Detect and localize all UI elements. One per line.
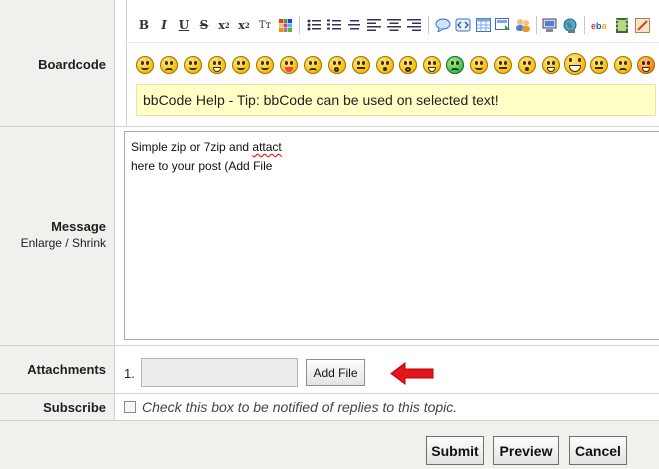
angry-smiley-icon[interactable] — [304, 56, 322, 74]
underline-button[interactable]: U — [176, 17, 192, 33]
toolbar-separator — [299, 16, 300, 34]
attachments-label-cell: Attachments — [0, 346, 115, 393]
resize-links: Enlarge / Shrink — [21, 236, 106, 250]
ebay-icon[interactable]: ebay — [591, 17, 607, 33]
row-divider — [0, 126, 659, 127]
tongue-smiley-icon[interactable] — [280, 56, 298, 74]
subscript-button[interactable]: x2 — [216, 17, 232, 33]
add-file-button[interactable]: Add File — [306, 359, 365, 386]
laugh-smiley-icon[interactable] — [423, 56, 441, 74]
wink-smiley-icon[interactable] — [256, 56, 274, 74]
users-icon[interactable] — [515, 17, 531, 33]
misspelled-word: attact — [252, 140, 282, 154]
rolleyes-smiley-icon[interactable] — [470, 56, 488, 74]
cool-smiley-icon[interactable] — [136, 56, 154, 74]
red-arrow-annotation — [389, 361, 435, 391]
row-divider — [0, 420, 659, 421]
format-toolbar: B I U S x2 x2 Tт eba — [126, 8, 659, 43]
shrink-link[interactable]: Shrink — [72, 236, 106, 250]
align-left-icon[interactable] — [366, 17, 382, 33]
cancel-button[interactable]: Cancel — [569, 436, 627, 465]
message-label: Message — [51, 219, 106, 234]
attachment-file-input[interactable] — [141, 358, 298, 387]
bold-button[interactable]: B — [136, 17, 152, 33]
sick-smiley-icon[interactable] — [446, 56, 464, 74]
computer-icon[interactable] — [542, 17, 558, 33]
happy-smiley-icon[interactable] — [232, 56, 250, 74]
confused-smiley-icon[interactable] — [352, 56, 370, 74]
image-icon[interactable] — [495, 17, 511, 33]
sad-smiley-icon[interactable] — [160, 56, 178, 74]
evil-grin-smiley-icon[interactable] — [542, 56, 560, 74]
cry-smiley-icon[interactable] — [614, 56, 632, 74]
subscribe-label-cell: Subscribe — [0, 394, 115, 420]
attachment-index: 1. — [124, 366, 135, 381]
numbered-list-icon[interactable] — [326, 17, 342, 33]
bbcode-help-bar: bbCode Help - Tip: bbCode can be used on… — [136, 84, 656, 116]
toolbar-separator — [536, 16, 537, 34]
resize-separator: / — [61, 236, 72, 250]
font-button[interactable]: Tт — [257, 17, 273, 33]
quote-icon[interactable] — [435, 17, 451, 33]
preview-button[interactable]: Preview — [493, 436, 559, 465]
mad-smiley-icon[interactable] — [494, 56, 512, 74]
footer-row — [0, 421, 659, 469]
attachments-label: Attachments — [27, 362, 106, 377]
bbcode-help-text: bbCode Help - Tip: bbCode can be used on… — [143, 92, 499, 108]
video-icon[interactable] — [614, 17, 630, 33]
shocked-smiley-icon[interactable] — [328, 56, 346, 74]
bullet-list-icon[interactable] — [306, 17, 322, 33]
message-label-cell: Message Enlarge / Shrink — [0, 127, 115, 345]
align-center-icon[interactable] — [386, 17, 402, 33]
globe-icon[interactable] — [562, 17, 578, 33]
big-laugh-smiley-icon[interactable] — [564, 53, 586, 75]
devil-smiley-icon[interactable] — [637, 56, 655, 74]
flash-icon[interactable] — [634, 17, 650, 33]
list-icon[interactable] — [346, 17, 362, 33]
italic-button[interactable]: I — [156, 17, 172, 33]
message-line: here to your post (Add File — [131, 159, 273, 173]
subscribe-label: Subscribe — [43, 400, 106, 415]
row-divider — [0, 345, 659, 346]
smile-smiley-icon[interactable] — [184, 56, 202, 74]
color-palette-icon[interactable] — [277, 17, 293, 33]
code-icon[interactable] — [455, 17, 471, 33]
align-right-icon[interactable] — [406, 17, 422, 33]
superscript-button[interactable]: x2 — [236, 17, 252, 33]
surprised-smiley-icon[interactable] — [376, 56, 394, 74]
oops-smiley-icon[interactable] — [518, 56, 536, 74]
row-divider — [0, 393, 659, 394]
neutral-smiley-icon[interactable] — [590, 56, 608, 74]
table-icon[interactable] — [475, 17, 491, 33]
eek-smiley-icon[interactable] — [399, 56, 417, 74]
strikethrough-button[interactable]: S — [196, 17, 212, 33]
toolbar-separator — [428, 16, 429, 34]
toolbar-separator — [584, 16, 585, 34]
boardcode-label-cell: Boardcode — [0, 0, 115, 126]
svg-text:ebay: ebay — [591, 21, 607, 30]
grin-smiley-icon[interactable] — [208, 56, 226, 74]
subscribe-text: Check this box to be notified of replies… — [142, 399, 458, 415]
submit-button[interactable]: Submit — [426, 436, 484, 465]
enlarge-link[interactable]: Enlarge — [21, 236, 62, 250]
message-line: Simple zip or 7zip and attact — [131, 140, 282, 154]
boardcode-label: Boardcode — [38, 57, 106, 72]
message-textarea[interactable]: Simple zip or 7zip and attact here to yo… — [124, 131, 659, 340]
subscribe-checkbox[interactable] — [124, 401, 136, 413]
